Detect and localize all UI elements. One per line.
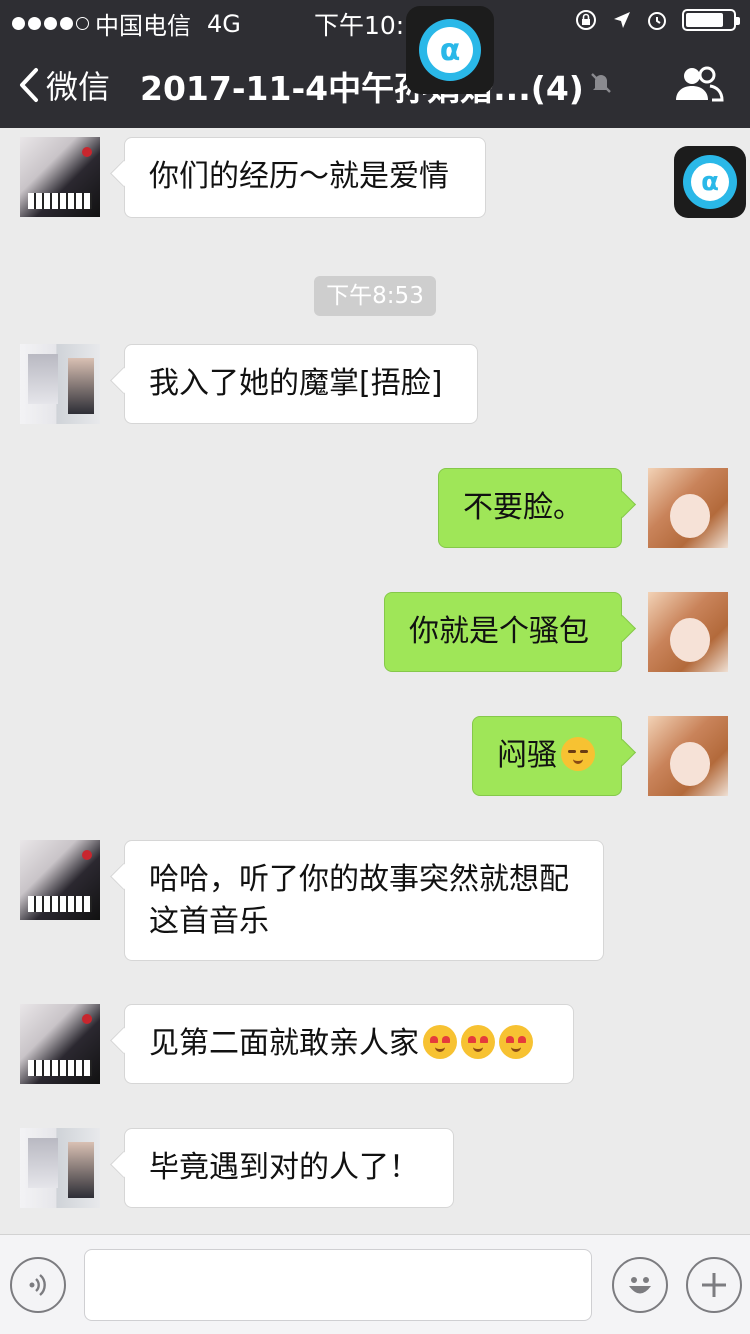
message-text: 你就是个骚包 (409, 614, 589, 649)
location-icon (614, 12, 630, 28)
back-label: 微信 (46, 68, 111, 106)
avatar[interactable] (648, 468, 728, 548)
message-text: 不要脸。 (463, 490, 583, 525)
chevron-left-icon (20, 68, 38, 102)
group-members-icon[interactable] (674, 64, 724, 104)
message-bubble[interactable]: 闷骚 (472, 716, 622, 796)
chat-area[interactable]: 你们的经历～就是爱情 下午8:53 我入了她的魔掌[捂脸] 不要脸。 你就是个骚… (0, 128, 750, 1234)
nav-bar: 微信 2017-11-4中午孙娟婚...(4) (0, 40, 750, 128)
message-bubble[interactable]: 你就是个骚包 (384, 592, 622, 672)
voice-button[interactable] (10, 1257, 66, 1313)
smirk-emoji-icon (561, 737, 595, 771)
message-text: 我入了她的魔掌[捂脸] (149, 366, 443, 401)
avatar[interactable] (20, 137, 100, 217)
timestamp-label: 下午8:53 (314, 276, 436, 316)
message-text: 哈哈，听了你的故事突然就想配这首音乐 (149, 862, 569, 939)
message-bubble[interactable]: 我入了她的魔掌[捂脸] (124, 344, 478, 424)
rotation-lock-icon (576, 10, 596, 30)
message-text: 见第二面就敢亲人家 (149, 1026, 419, 1061)
more-button[interactable] (686, 1257, 742, 1313)
floating-app-badge-top[interactable]: α (406, 6, 494, 94)
avatar[interactable] (648, 592, 728, 672)
alarm-icon (648, 12, 666, 30)
mute-icon (591, 73, 611, 93)
message-bubble[interactable]: 哈哈，听了你的故事突然就想配这首音乐 (124, 840, 604, 961)
heart-eyes-emoji-icon (461, 1025, 495, 1059)
avatar[interactable] (20, 344, 100, 424)
message-text: 你们的经历～就是爱情 (149, 159, 449, 194)
emoji-icon (629, 1277, 651, 1294)
avatar[interactable] (648, 716, 728, 796)
input-bar (0, 1234, 750, 1334)
message-text: 闷骚 (497, 738, 557, 773)
status-bar: 中国电信 4G 下午10:18 (0, 0, 750, 40)
plus-icon (702, 1273, 726, 1297)
avatar[interactable] (20, 840, 100, 920)
avatar[interactable] (20, 1128, 100, 1208)
message-text: 毕竟遇到对的人了！ (149, 1150, 419, 1185)
message-bubble[interactable]: 见第二面就敢亲人家 (124, 1004, 574, 1084)
heart-eyes-emoji-icon (499, 1025, 533, 1059)
message-bubble[interactable]: 毕竟遇到对的人了！ (124, 1128, 454, 1208)
chat-title[interactable]: 2017-11-4中午孙娟婚...(4) (140, 62, 584, 110)
back-button[interactable]: 微信 (18, 62, 110, 108)
top-bar: 中国电信 4G 下午10:18 微信 2017-11-4中午孙娟婚...(4) (0, 0, 750, 128)
heart-eyes-emoji-icon (423, 1025, 457, 1059)
message-bubble[interactable]: 你们的经历～就是爱情 (124, 137, 486, 218)
message-input[interactable] (84, 1249, 592, 1321)
avatar[interactable] (20, 1004, 100, 1084)
voice-icon (29, 1274, 46, 1296)
battery-icon (682, 9, 740, 31)
message-bubble[interactable]: 不要脸。 (438, 468, 622, 548)
emoji-button[interactable] (612, 1257, 668, 1313)
alpha-icon: α (427, 27, 473, 73)
